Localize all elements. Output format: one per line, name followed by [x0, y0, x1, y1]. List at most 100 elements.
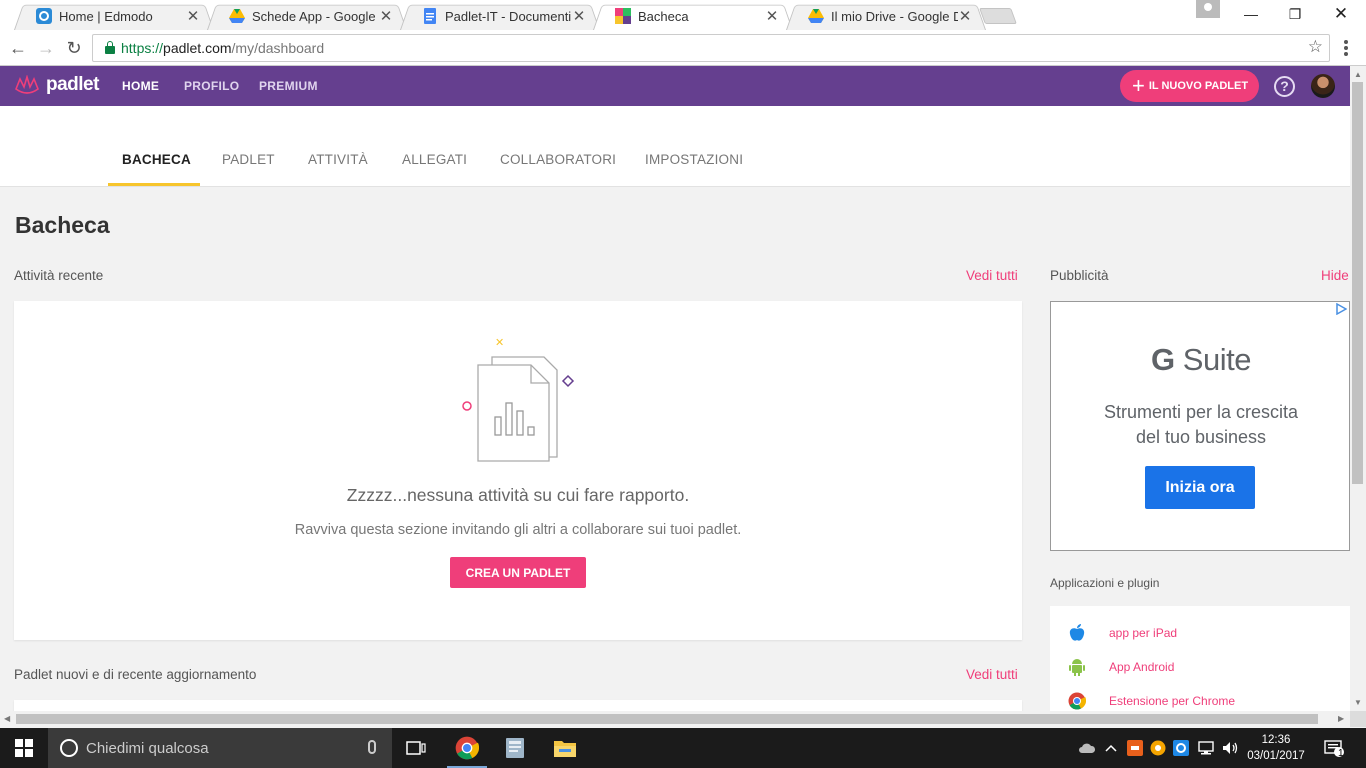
ad-cta-button[interactable]: Inizia ora — [1145, 466, 1255, 509]
nav-home[interactable]: HOME — [122, 66, 159, 106]
browser-tab-bacheca[interactable]: Bacheca ✕ — [593, 2, 793, 30]
browser-tab-padlet-it[interactable]: Padlet-IT - Documenti G ✕ — [400, 2, 600, 30]
taskbar-clock[interactable]: 12:36 03/01/2017 — [1244, 732, 1308, 764]
horizontal-scroll-thumb[interactable] — [16, 714, 1318, 724]
nav-profilo[interactable]: PROFILO — [184, 66, 239, 106]
browser-tab-strip: Home | Edmodo ✕ Schede App - Google Dri … — [0, 0, 1366, 30]
help-icon[interactable]: ? — [1274, 76, 1295, 97]
create-padlet-button[interactable]: CREA UN PADLET — [450, 557, 586, 588]
app-ipad-link[interactable]: app per iPad — [1050, 623, 1177, 643]
see-all-activity-link[interactable]: Vedi tutti — [966, 268, 1018, 283]
adchoices-icon[interactable] — [1335, 302, 1348, 316]
address-bar: ← → ↻ https:// padlet.com /my/dashboard … — [0, 30, 1366, 66]
empty-state-title: Zzzzz...nessuna attività su cui fare rap… — [346, 485, 690, 505]
tab-title: Padlet-IT - Documenti G — [445, 8, 572, 24]
page-title: Bacheca — [15, 212, 110, 238]
reload-icon[interactable]: ↻ — [62, 36, 86, 60]
volume-icon[interactable] — [1220, 728, 1242, 768]
search-placeholder: Chiedimi qualcosa — [86, 739, 209, 757]
see-all-padlets-link[interactable]: Vedi tutti — [966, 667, 1018, 682]
tab-collaboratori[interactable]: COLLABORATORI — [500, 152, 616, 167]
plus-icon: + — [1132, 73, 1145, 98]
notification-center-icon[interactable]: 1 — [1320, 728, 1348, 768]
ad-text: Strumenti per la crescita del tuo busine… — [1103, 402, 1299, 447]
tab-attivita[interactable]: ATTIVITÀ — [308, 152, 368, 167]
scroll-left-icon[interactable]: ◀ — [4, 714, 10, 723]
tab-impostazioni[interactable]: IMPOSTAZIONI — [645, 152, 743, 167]
close-tab-icon[interactable]: ✕ — [958, 7, 972, 25]
chrome-taskbar-icon[interactable] — [443, 728, 491, 768]
active-tab-indicator — [108, 183, 200, 186]
horizontal-scrollbar[interactable]: ◀ ▶ — [0, 711, 1350, 727]
tray-app-blue-icon[interactable] — [1172, 728, 1190, 768]
google-drive-icon — [229, 8, 245, 24]
hide-ads-link[interactable]: Hide — [1321, 268, 1349, 283]
tab-title: Bacheca — [638, 8, 689, 24]
url-path: /my/dashboard — [231, 40, 325, 56]
tab-title: Home | Edmodo — [59, 8, 153, 24]
new-padlets-card — [14, 700, 1022, 711]
forward-icon[interactable]: → — [34, 36, 58, 60]
padlet-logo[interactable]: padlet — [14, 74, 99, 96]
file-app-taskbar-icon[interactable] — [491, 728, 539, 768]
taskbar-search-box[interactable]: Chiedimi qualcosa — [48, 728, 392, 768]
restore-icon[interactable]: ❐ — [1272, 0, 1318, 28]
apps-plugins-label: Applicazioni e plugin — [1050, 576, 1160, 590]
close-tab-icon[interactable]: ✕ — [572, 7, 586, 25]
edmodo-favicon-icon — [36, 8, 52, 24]
new-padlet-label: IL NUOVO PADLET — [1148, 80, 1249, 92]
scrollbar-corner — [1350, 711, 1366, 727]
padlet-logo-icon — [15, 75, 39, 94]
clock-date: 03/01/2017 — [1247, 750, 1305, 762]
gsuite-ad[interactable]: G Suite Strumenti per la crescita del tu… — [1050, 301, 1350, 551]
tab-bacheca[interactable]: BACHECA — [122, 152, 191, 167]
tray-app-orange-icon[interactable] — [1126, 728, 1144, 768]
vertical-scrollbar[interactable]: ▲ ▼ — [1350, 66, 1366, 711]
close-tab-icon[interactable]: ✕ — [765, 7, 779, 25]
browser-user-icon[interactable] — [1196, 0, 1220, 18]
close-tab-icon[interactable]: ✕ — [186, 7, 200, 25]
clock-time: 12:36 — [1261, 734, 1291, 746]
tab-padlet[interactable]: PADLET — [222, 152, 275, 167]
tray-expand-icon[interactable] — [1101, 728, 1121, 768]
tab-allegati[interactable]: ALLEGATI — [402, 152, 467, 167]
url-scheme: https:// — [121, 40, 164, 56]
apple-icon — [1067, 623, 1087, 643]
app-chrome-link[interactable]: Estensione per Chrome — [1050, 691, 1235, 711]
logo-text: padlet — [46, 74, 99, 95]
microphone-icon[interactable] — [368, 740, 376, 754]
browser-tab-edmodo[interactable]: Home | Edmodo ✕ — [14, 2, 214, 30]
nav-premium[interactable]: PREMIUM — [259, 66, 318, 106]
app-android-link[interactable]: App Android — [1050, 657, 1174, 677]
scroll-right-icon[interactable]: ▶ — [1338, 714, 1344, 723]
close-window-icon[interactable]: ✕ — [1318, 0, 1364, 28]
empty-state-subtitle: Ravviva questa sezione invitando gli alt… — [294, 522, 742, 538]
notification-count: 1 — [1338, 748, 1344, 759]
bookmark-star-icon[interactable]: ☆ — [1308, 37, 1323, 57]
scroll-down-icon[interactable]: ▼ — [1354, 698, 1362, 707]
browser-tab-schede-app[interactable]: Schede App - Google Dri ✕ — [207, 2, 407, 30]
url-input[interactable]: https:// padlet.com /my/dashboard ☆ — [92, 34, 1330, 62]
windows-start-icon[interactable] — [0, 728, 48, 768]
network-icon[interactable] — [1196, 728, 1216, 768]
scroll-up-icon[interactable]: ▲ — [1354, 70, 1362, 79]
new-padlet-button[interactable]: + IL NUOVO PADLET — [1120, 70, 1259, 102]
tray-app-yellow-icon[interactable] — [1149, 728, 1167, 768]
vertical-scroll-thumb[interactable] — [1352, 82, 1363, 484]
task-view-icon[interactable] — [392, 728, 440, 768]
new-tab-button[interactable] — [979, 8, 1017, 24]
close-tab-icon[interactable]: ✕ — [379, 7, 393, 25]
onedrive-icon[interactable] — [1076, 728, 1098, 768]
empty-documents-illustration-icon: ✕ — [462, 336, 575, 462]
back-icon[interactable]: ← — [6, 36, 30, 60]
file-explorer-icon[interactable] — [541, 728, 589, 768]
browser-tab-il-mio-drive[interactable]: Il mio Drive - Google Dri ✕ — [786, 2, 986, 30]
padlet-top-nav: padlet HOME PROFILO PREMIUM + IL NUOVO P… — [0, 66, 1350, 106]
padlet-favicon-icon — [615, 8, 631, 24]
avatar[interactable] — [1311, 74, 1335, 98]
recent-activity-card: ✕ Zzzzz...nessuna attività su cui fare r… — [14, 301, 1022, 640]
browser-menu-icon[interactable] — [1336, 38, 1356, 58]
ads-label: Pubblicità — [1050, 268, 1109, 283]
minimize-icon[interactable]: — — [1228, 0, 1274, 28]
chrome-icon — [1067, 691, 1087, 711]
